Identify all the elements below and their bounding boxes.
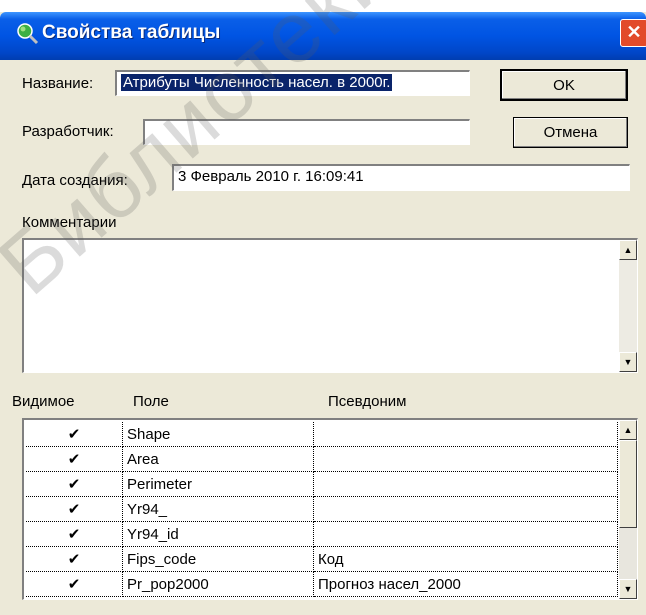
table-row[interactable]: ✔ Perimeter (26, 471, 618, 497)
alias-cell[interactable] (313, 422, 618, 447)
grid-scroll-down-icon[interactable]: ▼ (619, 579, 637, 599)
close-button[interactable]: ✕ (620, 19, 646, 47)
created-field: 3 Февраль 2010 г. 16:09:41 (172, 164, 630, 191)
window-title: Свойства таблицы (42, 22, 221, 43)
fields-grid[interactable]: ✔ Shape ✔ Area ✔ Perimeter ✔ Yr94_ ✔ Yr94_id ✔ Fips… (22, 418, 638, 600)
field-name-cell[interactable]: Yr94_ (122, 496, 314, 522)
table-row[interactable]: ✔ Area (26, 446, 618, 472)
name-field[interactable]: Атрибуты Численность насел. в 2000г. (115, 70, 470, 96)
title-bar: Свойства таблицы ✕ (0, 12, 646, 60)
column-header-field: Поле (133, 393, 169, 410)
column-header-alias: Псевдоним (328, 393, 407, 410)
name-field-value: Атрибуты Численность насел. в 2000г. (121, 74, 393, 91)
scroll-down-icon[interactable]: ▼ (619, 352, 637, 372)
alias-cell[interactable]: Прогноз насел_2000 (313, 571, 618, 597)
name-label: Название: (22, 75, 94, 92)
alias-cell[interactable] (313, 471, 618, 497)
field-name-cell[interactable]: Fips_code (122, 546, 314, 572)
ok-button[interactable]: OK (500, 69, 628, 101)
visible-check-icon[interactable]: ✔ (26, 571, 123, 597)
fields-table: ✔ Shape ✔ Area ✔ Perimeter ✔ Yr94_ ✔ Yr94_id ✔ Fips… (26, 422, 618, 597)
alias-cell[interactable] (313, 496, 618, 522)
created-field-value: 3 Февраль 2010 г. 16:09:41 (178, 168, 364, 185)
grid-scrollbar[interactable]: ▲ ▼ (619, 420, 637, 599)
field-name-cell[interactable]: Pr_pop2000 (122, 571, 314, 597)
table-row[interactable]: ✔ Pr_pop2000 Прогноз насел_2000 (26, 571, 618, 597)
visible-check-icon[interactable]: ✔ (26, 521, 123, 547)
field-name-cell[interactable]: Shape (122, 422, 314, 447)
column-header-visible: Видимое (12, 393, 75, 410)
alias-cell[interactable]: Код (313, 546, 618, 572)
visible-check-icon[interactable]: ✔ (26, 546, 123, 572)
table-row[interactable]: ✔ Yr94_id (26, 521, 618, 547)
magnifier-globe-icon (17, 23, 39, 45)
cancel-button[interactable]: Отмена (513, 117, 628, 148)
scroll-up-icon[interactable]: ▲ (619, 240, 637, 260)
field-name-cell[interactable]: Perimeter (122, 471, 314, 497)
table-row[interactable]: ✔ Shape (26, 422, 618, 447)
table-row[interactable]: ✔ Yr94_ (26, 496, 618, 522)
alias-cell[interactable] (313, 521, 618, 547)
field-name-cell[interactable]: Area (122, 446, 314, 472)
developer-label: Разработчик: (22, 123, 114, 140)
grid-scroll-thumb[interactable] (619, 440, 637, 528)
visible-check-icon[interactable]: ✔ (26, 422, 123, 447)
comments-label: Комментарии (22, 214, 117, 231)
alias-cell[interactable] (313, 446, 618, 472)
visible-check-icon[interactable]: ✔ (26, 471, 123, 497)
developer-field[interactable] (143, 119, 470, 145)
grid-scroll-up-icon[interactable]: ▲ (619, 420, 637, 440)
table-row[interactable]: ✔ Fips_code Код (26, 546, 618, 572)
visible-check-icon[interactable]: ✔ (26, 446, 123, 472)
close-icon: ✕ (626, 22, 642, 42)
comments-textarea[interactable]: ▲ ▼ (22, 238, 638, 373)
comments-scrollbar[interactable]: ▲ ▼ (619, 240, 637, 372)
visible-check-icon[interactable]: ✔ (26, 496, 123, 522)
created-label: Дата создания: (22, 172, 128, 189)
field-name-cell[interactable]: Yr94_id (122, 521, 314, 547)
